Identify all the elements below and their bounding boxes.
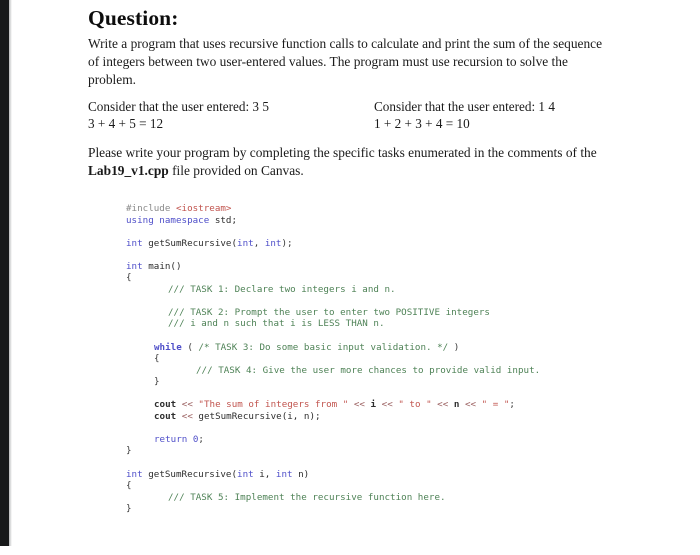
stream-operator: << [431, 399, 454, 411]
instructions-text-after: file provided on Canvas. [168, 162, 304, 178]
code-line-function-open-brace: { [126, 480, 132, 492]
using-namespace-keyword: using namespace [126, 214, 215, 226]
cout-stream: cout [154, 399, 182, 411]
param-type-1: int [237, 468, 254, 480]
code-line-using: using namespace std; [126, 215, 686, 227]
stream-operator: << [376, 399, 399, 411]
code-listing: #include <iostream> using namespace std; i… [126, 203, 686, 515]
main-return-type: int [126, 260, 149, 272]
task-3-comment: /* TASK 3: Do some basic input validatio… [198, 341, 449, 353]
code-line-task-5: /// TASK 5: Implement the recursive func… [168, 491, 446, 503]
param-separator: , [253, 237, 265, 249]
code-line-function-definition: int getSumRecursive(int i, int n) [126, 469, 686, 481]
page-title: Question: [88, 6, 179, 30]
return-keyword: return [154, 433, 193, 445]
statement-end: ; [198, 433, 204, 445]
function-name: getSumRecursive( [148, 468, 238, 480]
function-call: getSumRecursive(i, n); [198, 410, 321, 422]
example-2-prompt: Consider that the user entered: 1 4 [374, 99, 555, 114]
example-2-equation: 1 + 2 + 3 + 4 = 10 [374, 116, 470, 132]
example-2: Consider that the user entered: 1 4 1 + … [374, 98, 616, 133]
stream-operator: << [459, 399, 482, 411]
question-section: Question: Write a program that uses recu… [88, 6, 616, 89]
return-type-keyword: int [126, 237, 149, 249]
code-line-include: #include <iostream> [126, 203, 686, 215]
string-literal-1: "The sum of integers from " [198, 399, 349, 411]
include-header: <iostream> [175, 203, 232, 214]
example-1-equation: 3 + 4 + 5 = 12 [88, 116, 164, 132]
code-line-task-2a: /// TASK 2: Prompt the user to enter two… [168, 306, 490, 318]
preprocessor-directive: #include [126, 203, 176, 214]
while-open-paren: ( [181, 341, 199, 353]
code-line-while-close-brace: } [154, 376, 160, 388]
function-name: getSumRecursive( [148, 237, 238, 249]
prototype-end: ); [281, 237, 293, 249]
code-line-return: return 0; [126, 434, 686, 446]
string-literal-3: " = " [481, 399, 510, 411]
example-1-prompt: Consider that the user entered: 3 5 [88, 99, 269, 114]
param-type-2: int [264, 237, 282, 249]
param-name-1: i, [253, 468, 276, 480]
page-scan-edge-fade [9, 0, 12, 546]
code-line-main-open-brace: { [126, 272, 132, 284]
scanned-page: Question: Write a program that uses recu… [0, 0, 700, 555]
code-line-task-1: /// TASK 1: Declare two integers i and n… [168, 283, 396, 295]
code-line-prototype: int getSumRecursive(int, int); [126, 238, 686, 250]
string-literal-2: " to " [398, 399, 432, 411]
param-type-1: int [237, 237, 254, 249]
code-line-function-close-brace: } [126, 503, 132, 515]
stream-operator: << [181, 410, 199, 422]
code-line-cout-message: cout << "The sum of integers from " << i… [126, 399, 686, 411]
main-name: main() [148, 260, 182, 272]
code-line-main-signature: int main() [126, 261, 686, 273]
examples-row: Consider that the user entered: 3 5 3 + … [88, 98, 616, 133]
while-close-paren: ) [448, 341, 460, 353]
cout-stream: cout [154, 410, 182, 422]
page-scan-edge [0, 0, 9, 546]
function-return-type: int [126, 468, 149, 480]
code-line-task-2b: /// i and n such that i is LESS THAN n. [168, 318, 385, 330]
instructions-text-before: Please write your program by completing … [88, 145, 597, 160]
instructions-paragraph: Please write your program by completing … [88, 144, 616, 180]
stream-operator: << [348, 399, 371, 411]
code-line-while-open-brace: { [154, 353, 160, 365]
question-body: Write a program that uses recursive func… [88, 36, 603, 87]
code-line-while: while ( /* TASK 3: Do some basic input v… [126, 342, 686, 354]
stream-operator: << [181, 399, 199, 411]
code-line-cout-result: cout << getSumRecursive(i, n); [126, 411, 686, 423]
param-type-2: int [275, 468, 293, 480]
statement-end: ; [509, 399, 515, 411]
code-line-main-close-brace: } [126, 445, 132, 457]
while-keyword: while [154, 341, 182, 353]
namespace-std: std; [214, 214, 238, 226]
code-line-task-4: /// TASK 4: Give the user more chances t… [196, 364, 541, 376]
example-1: Consider that the user entered: 3 5 3 + … [88, 98, 374, 133]
param-name-2: n) [292, 468, 310, 480]
lab-filename: Lab19_v1.cpp [88, 162, 169, 178]
